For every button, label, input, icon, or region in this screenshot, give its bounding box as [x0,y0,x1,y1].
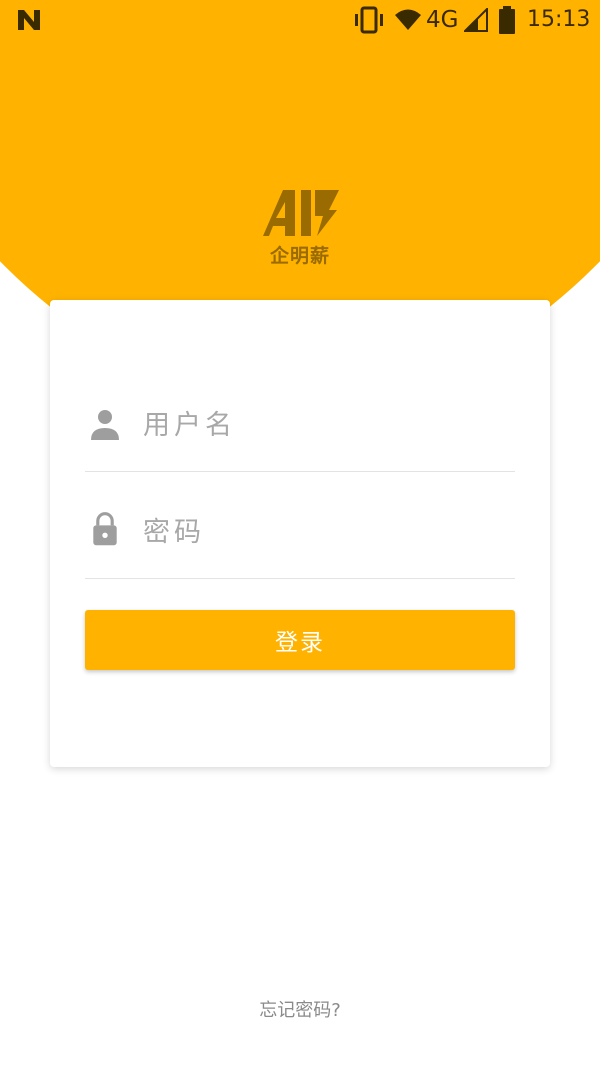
brand-logo-mark [263,190,339,236]
vibrate-icon [355,6,383,34]
n-notification-icon [18,10,40,30]
forgot-password-link[interactable]: 忘记密码? [0,998,600,1024]
signal-icon [464,8,488,32]
brand-name: 企明薪 [269,245,330,267]
username-field [85,396,515,472]
password-input[interactable] [141,509,505,555]
clock: 15:13 [527,7,591,32]
username-input[interactable] [141,402,505,448]
login-button[interactable]: 登录 [85,610,515,670]
brand-logo: 企明薪 [250,186,350,276]
person-icon [91,410,119,440]
password-field [85,503,515,579]
login-card: 登录 [50,300,550,767]
wifi-icon [395,9,421,30]
status-bar: 4G 15:13 [0,0,600,40]
lock-icon [93,512,117,546]
network-type: 4G [426,7,459,33]
battery-icon [499,6,515,34]
